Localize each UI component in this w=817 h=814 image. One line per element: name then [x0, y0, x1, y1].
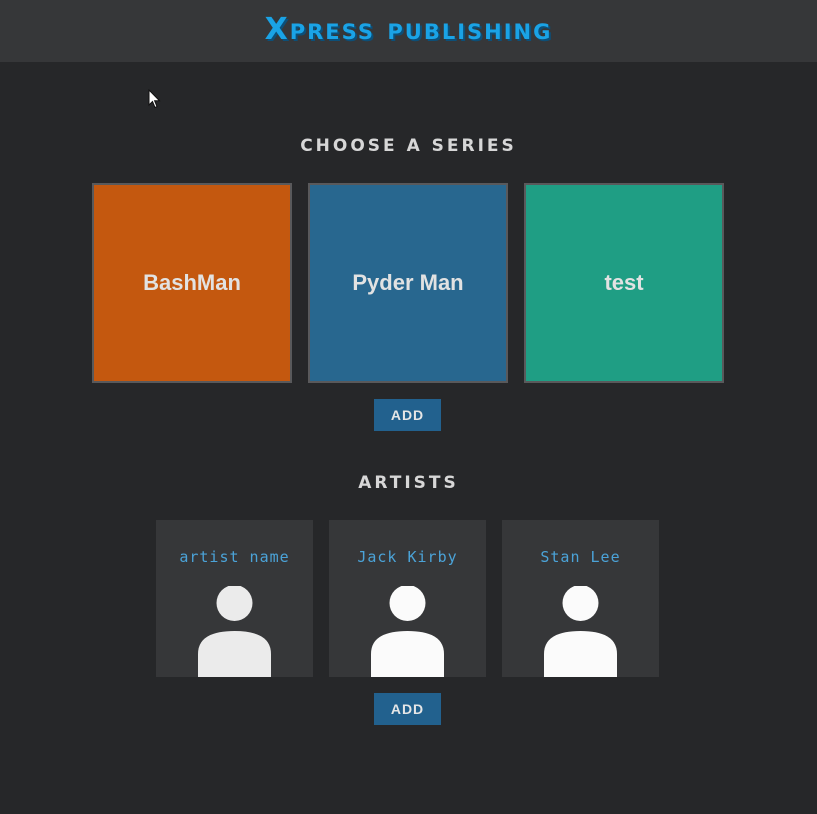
- artist-card-stan-lee[interactable]: Stan Lee: [502, 520, 659, 677]
- series-card-label: test: [604, 270, 644, 295]
- series-card-bashman[interactable]: BashMan: [92, 183, 292, 383]
- series-card-test[interactable]: test: [524, 183, 724, 383]
- series-card-label: Pyder Man: [352, 270, 464, 295]
- person-icon: [544, 586, 617, 677]
- add-artist-button[interactable]: ADD: [374, 693, 441, 725]
- series-card-label: BashMan: [143, 270, 241, 295]
- person-icon: [198, 586, 271, 677]
- top-bar: Xpress publishing: [0, 0, 817, 62]
- series-card-pyder-man[interactable]: Pyder Man: [308, 183, 508, 383]
- artist-name: Stan Lee: [540, 548, 621, 566]
- person-icon: [371, 586, 444, 677]
- artists-section-title: ARTISTS: [358, 473, 459, 493]
- artist-card-jack-kirby[interactable]: Jack Kirby: [329, 520, 486, 677]
- artist-name: Jack Kirby: [357, 548, 458, 566]
- artist-name: artist name: [179, 548, 290, 566]
- mouse-cursor-icon: [148, 89, 161, 109]
- series-section-title: CHOOSE A SERIES: [300, 136, 517, 156]
- site-logo[interactable]: Xpress publishing: [0, 8, 817, 52]
- add-series-button[interactable]: ADD: [374, 399, 441, 431]
- artist-card-artist-name[interactable]: artist name: [156, 520, 313, 677]
